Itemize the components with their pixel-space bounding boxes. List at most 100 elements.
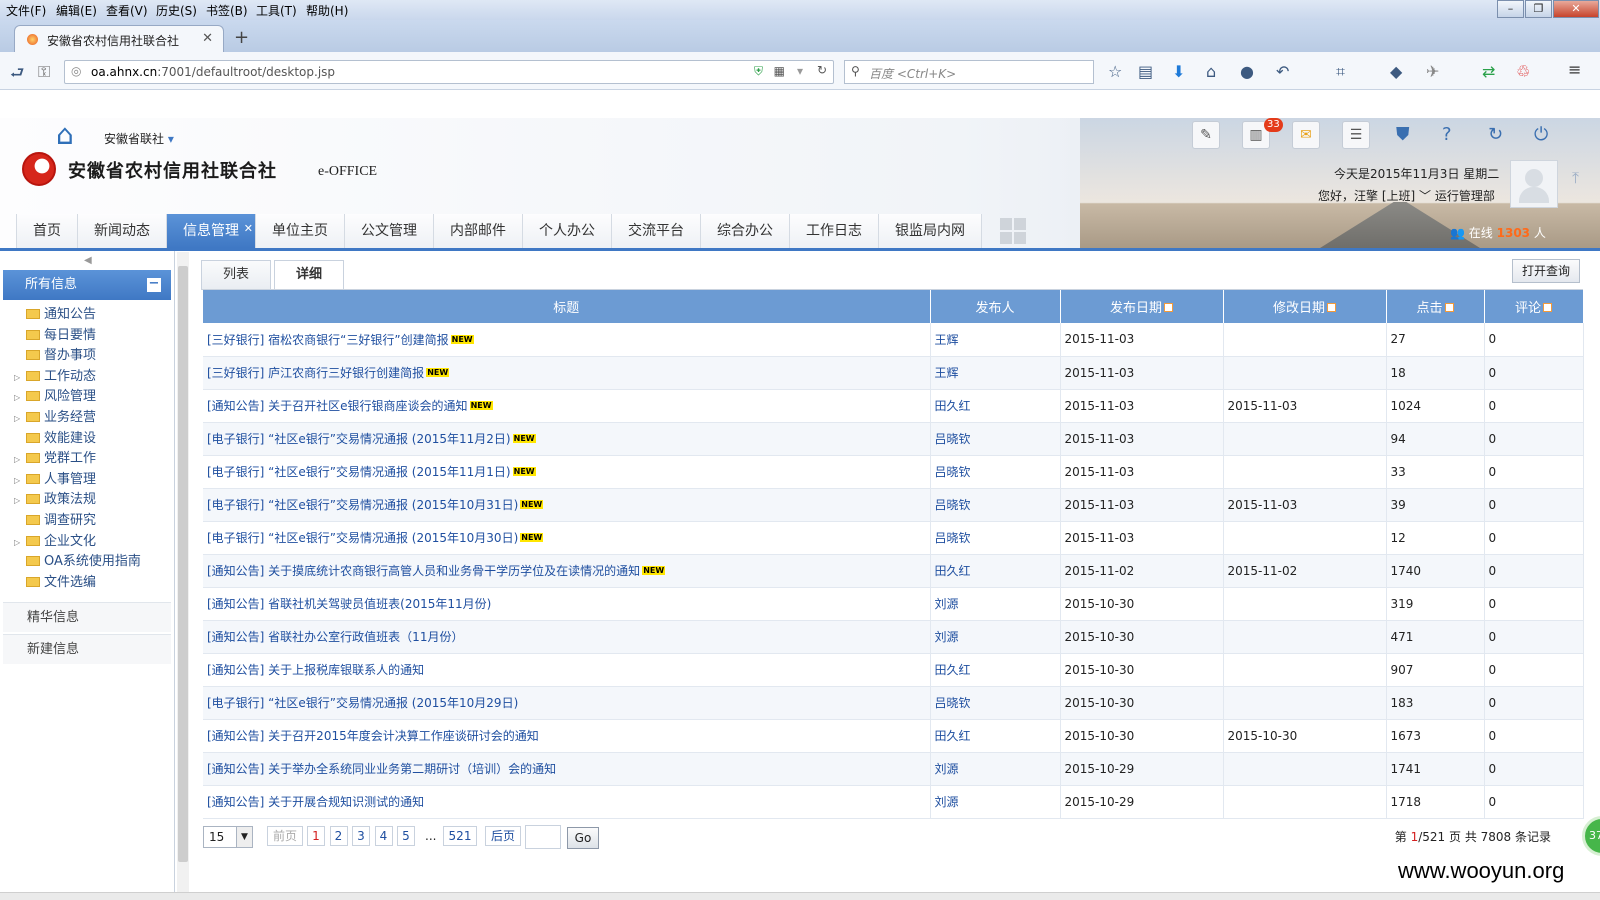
sync-icon[interactable]: ⇄ <box>1482 62 1495 81</box>
row-title[interactable]: [通知公告] 关于摸底统计农商银行高管人员和业务骨干学历学位及在读情况的通知 NE… <box>203 554 931 588</box>
row-author[interactable]: 吕晓钦 <box>930 521 1061 555</box>
table-row[interactable]: [通知公告] 关于举办全系统同业业务第二期研讨（培训）会的通知 刘源 2015-10… <box>203 752 1584 786</box>
table-row[interactable]: [通知公告] 关于开展合规知识测试的通知 刘源 2015-10-29 1718 0 <box>203 785 1584 819</box>
menu-item[interactable]: 编辑(E) <box>56 2 97 19</box>
sidebar-item[interactable]: ▷ 人事管理 <box>14 470 96 490</box>
menu-item[interactable]: 查看(V) <box>106 2 148 19</box>
expand-arrow-icon[interactable]: ▷ <box>14 471 26 491</box>
sidebar-item[interactable]: 每日要情 <box>14 326 96 346</box>
row-title-text[interactable]: [通知公告] 关于召开2015年度会计决算工作座谈研讨会的通知 <box>207 729 539 743</box>
chevron-down-icon[interactable]: ﹀ <box>1419 189 1431 203</box>
expand-arrow-icon[interactable]: ▷ <box>14 368 26 388</box>
column-header[interactable]: 发布日期 <box>1060 290 1224 323</box>
row-title[interactable]: [通知公告] 关于上报税库银联系人的通知 <box>203 653 931 687</box>
sort-icon[interactable] <box>1164 303 1173 312</box>
row-title-text[interactable]: [通知公告] 关于上报税库银联系人的通知 <box>207 663 424 677</box>
comment-icon[interactable]: ◆ <box>1390 62 1402 81</box>
row-title[interactable]: [三好银行] 庐江农商行三好银行创建简报 NEW <box>203 356 931 390</box>
sidebar-group[interactable]: 精华信息 <box>3 602 171 632</box>
collapse-left-icon[interactable]: ◀ <box>84 255 92 266</box>
row-author[interactable]: 刘源 <box>930 785 1061 819</box>
row-title[interactable]: [电子银行] “社区e银行”交易情况通报 (2015年10月30日) NEW <box>203 521 931 555</box>
scroll-top-icon[interactable]: ⤒ <box>1572 168 1579 188</box>
sidebar-item[interactable]: OA系统使用指南 <box>14 552 141 572</box>
column-header[interactable]: 修改日期 <box>1223 290 1387 323</box>
sidebar-item[interactable]: ▷ 工作动态 <box>14 367 96 387</box>
power-icon[interactable]: ⏻ <box>1534 124 1548 145</box>
table-row[interactable]: [三好银行] 庐江农商行三好银行创建简报 NEW 王辉 2015-11-03 18 0 <box>203 356 1584 390</box>
expand-arrow-icon[interactable]: ▷ <box>14 491 26 511</box>
row-author[interactable]: 吕晓钦 <box>930 686 1061 720</box>
next-page-button[interactable]: 后页 <box>485 826 521 846</box>
sort-icon[interactable] <box>1444 303 1454 312</box>
row-title[interactable]: [通知公告] 省联社机关驾驶员值班表(2015年11月份) <box>203 587 931 621</box>
download-icon[interactable]: ⬇ <box>1172 62 1185 81</box>
row-title[interactable]: [三好银行] 宿松农商银行“三好银行”创建简报 NEW <box>203 323 931 357</box>
page-number-button[interactable]: 3 <box>352 826 370 846</box>
row-title[interactable]: [通知公告] 关于开展合规知识测试的通知 <box>203 785 931 819</box>
chat-icon[interactable]: ● <box>1240 62 1254 81</box>
nav-item[interactable]: 首页 <box>17 214 78 248</box>
collapse-icon[interactable]: − <box>147 277 161 292</box>
table-row[interactable]: [电子银行] “社区e银行”交易情况通报 (2015年10月30日) NEW 吕晓钦… <box>203 521 1584 555</box>
table-row[interactable]: [通知公告] 关于召开2015年度会计决算工作座谈研讨会的通知 田久红 2015-1… <box>203 719 1584 753</box>
row-title[interactable]: [通知公告] 省联社办公室行政值班表（11月份） <box>203 620 931 654</box>
nav-item[interactable]: 公文管理 <box>345 214 434 248</box>
row-title[interactable]: [电子银行] “社区e银行”交易情况通报 (2015年10月31日) NEW <box>203 488 931 522</box>
row-author[interactable]: 吕晓钦 <box>930 422 1061 456</box>
expand-arrow-icon[interactable]: ▷ <box>14 450 26 470</box>
back-icon[interactable]: ⮐ <box>10 62 24 89</box>
nav-item[interactable]: 工作日志 <box>790 214 879 248</box>
sidebar-item[interactable]: ▷ 党群工作 <box>14 449 96 469</box>
close-window-button[interactable]: ✕ <box>1553 0 1599 18</box>
row-author[interactable]: 王辉 <box>930 356 1061 390</box>
row-title-text[interactable]: [通知公告] 省联社机关驾驶员值班表(2015年11月份) <box>207 597 491 611</box>
column-header[interactable]: 点击 <box>1386 290 1485 323</box>
refresh-icon[interactable]: ↻ <box>1488 124 1503 145</box>
row-title[interactable]: [电子银行] “社区e银行”交易情况通报 (2015年10月29日) <box>203 686 931 720</box>
row-author[interactable]: 吕晓钦 <box>930 455 1061 489</box>
browser-tab[interactable]: 安徽省农村信用社联合社 ✕ <box>14 25 224 53</box>
floating-badge[interactable]: 37 <box>1582 816 1600 856</box>
reading-list-icon[interactable]: ▤ <box>1138 62 1153 81</box>
menu-item[interactable]: 历史(S) <box>156 2 197 19</box>
qr-code-icon[interactable]: ▦ <box>774 64 785 78</box>
table-row[interactable]: [通知公告] 省联社机关驾驶员值班表(2015年11月份) 刘源 2015-10-3… <box>203 587 1584 621</box>
row-title[interactable]: [通知公告] 关于召开社区e银行银商座谈会的通知 NEW <box>203 389 931 423</box>
minimize-button[interactable]: – <box>1497 0 1524 18</box>
nav-item[interactable]: 银监局内网 <box>879 214 982 248</box>
row-title-text[interactable]: [通知公告] 关于开展合规知识测试的通知 <box>207 795 424 809</box>
page-number-button[interactable]: 4 <box>374 826 393 846</box>
row-title-text[interactable]: [通知公告] 关于摸底统计农商银行高管人员和业务骨干学历学位及在读情况的通知 <box>207 564 640 578</box>
row-title-text[interactable]: [电子银行] “社区e银行”交易情况通报 (2015年11月2日) <box>207 432 511 446</box>
shield-icon[interactable]: ⛨ <box>754 64 763 79</box>
avatar[interactable] <box>1510 160 1558 208</box>
row-title-text[interactable]: [电子银行] “社区e银行”交易情况通报 (2015年10月31日) <box>207 498 518 512</box>
sort-icon[interactable] <box>1543 303 1552 312</box>
row-author[interactable]: 田久红 <box>930 389 1061 423</box>
home-icon[interactable]: ⌂ <box>1206 62 1216 81</box>
table-row[interactable]: [通知公告] 关于召开社区e银行银商座谈会的通知 NEW 田久红 2015-11-03… <box>203 389 1584 423</box>
address-bar[interactable]: ◎ oa.ahnx.cn:7001/defaultroot/desktop.js… <box>64 60 834 84</box>
nav-item[interactable]: 信息管理 ✕ <box>167 214 256 248</box>
row-title-text[interactable]: [三好银行] 庐江农商行三好银行创建简报 <box>207 366 424 380</box>
sidebar-item[interactable]: ▷ 业务经营 <box>14 408 96 428</box>
menu-item[interactable]: 文件(F) <box>6 2 46 19</box>
dropdown-icon[interactable]: ▾ <box>797 64 803 78</box>
sidebar-item[interactable]: 通知公告 <box>14 305 96 325</box>
nav-item[interactable]: 综合办公 <box>701 214 790 248</box>
nav-item[interactable]: 新闻动态 <box>78 214 167 248</box>
row-title-text[interactable]: [电子银行] “社区e银行”交易情况通报 (2015年10月30日) <box>207 531 518 545</box>
sidebar-item[interactable]: ▷ 企业文化 <box>14 532 96 552</box>
maximize-button[interactable]: ❐ <box>1525 0 1552 18</box>
ab-icon[interactable]: ♲ <box>1516 62 1530 81</box>
row-author[interactable]: 王辉 <box>930 323 1061 357</box>
row-title[interactable]: [通知公告] 关于举办全系统同业业务第二期研讨（培训）会的通知 <box>203 752 931 786</box>
menu-item[interactable]: 工具(T) <box>256 2 297 19</box>
sort-icon[interactable] <box>1327 303 1336 312</box>
row-title[interactable]: [电子银行] “社区e银行”交易情况通报 (2015年11月2日) NEW <box>203 422 931 456</box>
table-row[interactable]: [通知公告] 关于上报税库银联系人的通知 田久红 2015-10-30 907 0 <box>203 653 1584 687</box>
reload-icon[interactable]: ↻ <box>817 63 827 77</box>
row-title[interactable]: [通知公告] 关于召开2015年度会计决算工作座谈研讨会的通知 <box>203 719 931 753</box>
row-author[interactable]: 刘源 <box>930 752 1061 786</box>
